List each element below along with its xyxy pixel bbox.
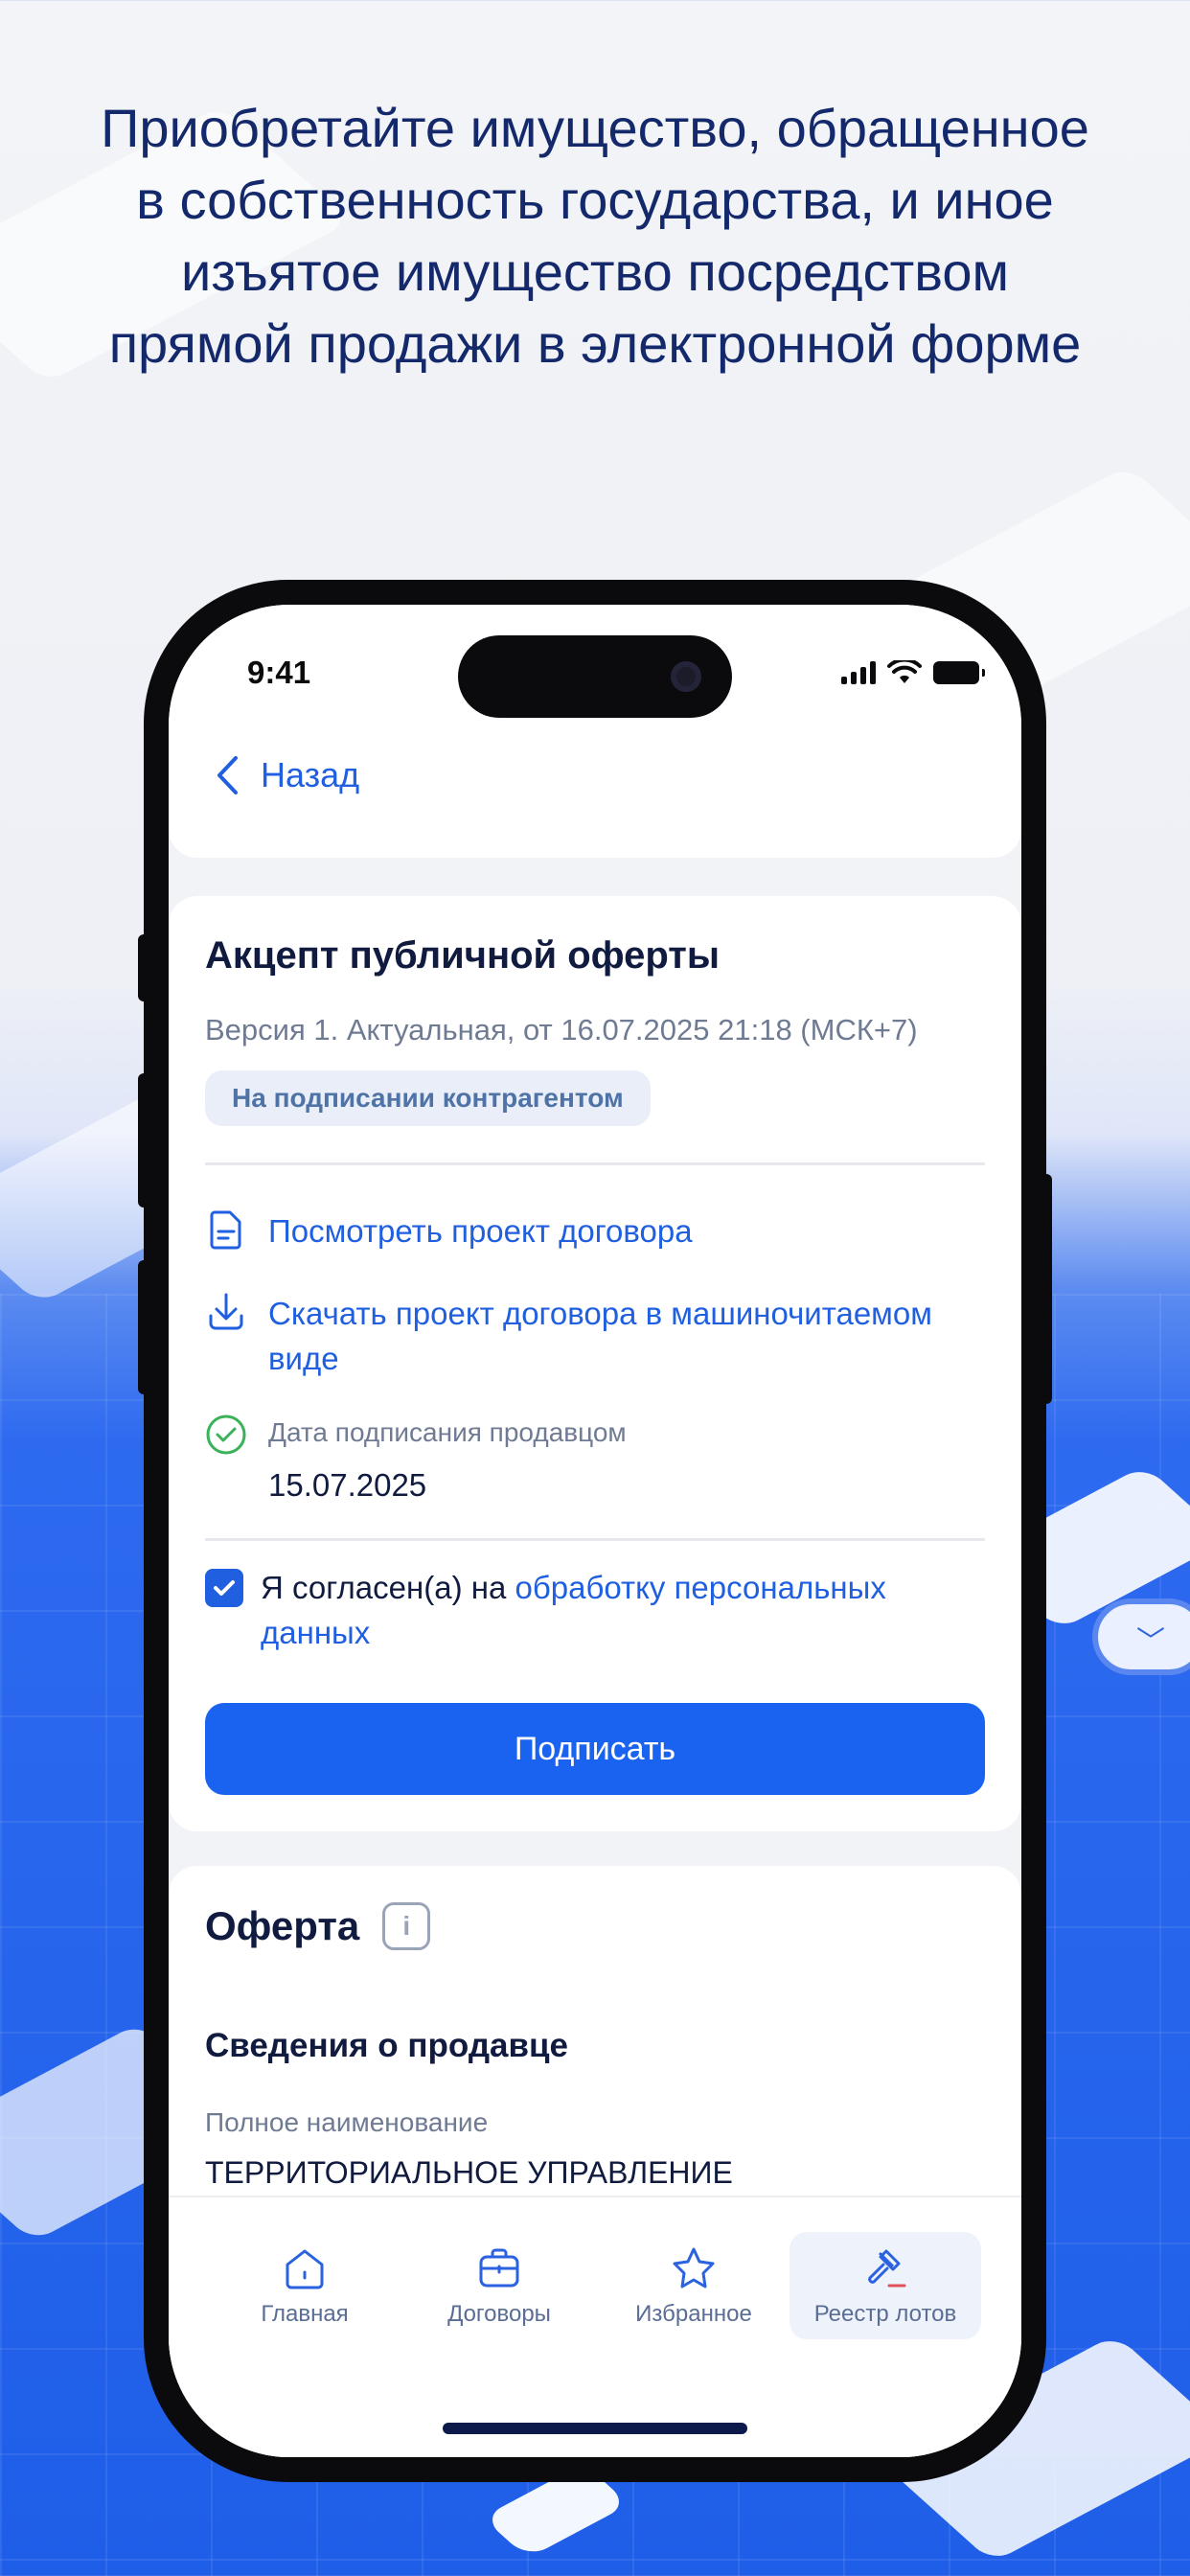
dynamic-island: [458, 635, 732, 718]
tab-favorites-label: Избранное: [635, 2301, 752, 2327]
camera-icon: [671, 661, 701, 692]
seller-sign-info: Дата подписания продавцом 15.07.2025: [268, 1414, 627, 1507]
bottom-tab-bar: Главная Договоры Избранное Реестр лотов: [169, 2196, 1021, 2457]
tab-contracts-label: Договоры: [447, 2301, 551, 2327]
view-draft-row[interactable]: Посмотреть проект договора: [205, 1208, 985, 1254]
cellular-signal-icon: [841, 661, 876, 684]
promo-headline: Приобретайте имущество, обращенное в соб…: [101, 98, 1089, 374]
chevron-left-icon: [217, 756, 238, 794]
info-icon[interactable]: i: [382, 1902, 431, 1950]
status-icons: [841, 660, 985, 685]
download-icon: [209, 1293, 243, 1330]
tab-lots-registry-label: Реестр лотов: [813, 2301, 957, 2327]
home-icon: [286, 2249, 324, 2289]
consent-row: Я согласен(а) на обработку персональных …: [205, 1565, 985, 1655]
sign-button[interactable]: Подписать: [205, 1703, 985, 1795]
back-button[interactable]: Назад: [215, 754, 359, 796]
consent-label: Я согласен(а) на: [261, 1570, 507, 1605]
gavel-icon: [868, 2249, 906, 2288]
divider: [205, 1162, 985, 1165]
seller-section-title: Сведения о продавце: [205, 2027, 569, 2064]
clock-decoration-icon: ﹀: [1092, 1598, 1190, 1675]
seller-sign-date: 15.07.2025: [268, 1467, 427, 1503]
status-time: 9:41: [247, 655, 311, 690]
document-icon: [210, 1210, 241, 1250]
top-navigation: Назад: [169, 720, 1021, 858]
tab-favorites[interactable]: Избранное: [598, 2232, 790, 2339]
download-link[interactable]: Скачать проект договора в машиночитаемом…: [268, 1291, 985, 1381]
phone-screen: 9:41 Назад Акцепт публичной оферты Верси…: [169, 605, 1021, 2457]
offer-header: Оферта i: [205, 1902, 431, 1950]
tab-contracts[interactable]: Договоры: [403, 2232, 595, 2339]
check-circle-icon: [206, 1414, 246, 1455]
checkmark-icon: [214, 1580, 235, 1596]
back-label: Назад: [261, 755, 360, 794]
star-icon: [673, 2247, 715, 2288]
divider: [205, 1538, 985, 1541]
status-bar: 9:41: [169, 605, 1021, 720]
offer-title: Оферта: [205, 1903, 360, 1948]
briefcase-icon: [479, 2248, 519, 2288]
battery-icon: [933, 661, 985, 684]
acceptance-title: Акцепт публичной оферты: [205, 934, 721, 977]
view-draft-link[interactable]: Посмотреть проект договора: [268, 1208, 693, 1254]
home-indicator: [443, 2423, 747, 2434]
seller-sign-label: Дата подписания продавцом: [268, 1417, 627, 1447]
info-icon-glyph: i: [402, 1911, 411, 1941]
consent-text: Я согласен(а) на обработку персональных …: [261, 1565, 985, 1655]
seller-sign-row: Дата подписания продавцом 15.07.2025: [205, 1414, 985, 1507]
acceptance-card: Акцепт публичной оферты Версия 1. Актуал…: [169, 896, 1021, 1831]
status-badge: На подписании контрагентом: [205, 1070, 651, 1126]
wifi-icon: [887, 660, 922, 683]
tab-lots-registry[interactable]: Реестр лотов: [790, 2232, 981, 2339]
tab-home[interactable]: Главная: [209, 2232, 400, 2339]
version-text: Версия 1. Актуальная, от 16.07.2025 21:1…: [205, 1013, 918, 1046]
consent-checkbox[interactable]: [205, 1569, 243, 1607]
download-row[interactable]: Скачать проект договора в машиночитаемом…: [205, 1291, 985, 1381]
tab-home-label: Главная: [261, 2301, 349, 2327]
full-name-label: Полное наименование: [205, 2107, 489, 2137]
phone-frame: 9:41 Назад Акцепт публичной оферты Верси…: [144, 580, 1046, 2482]
